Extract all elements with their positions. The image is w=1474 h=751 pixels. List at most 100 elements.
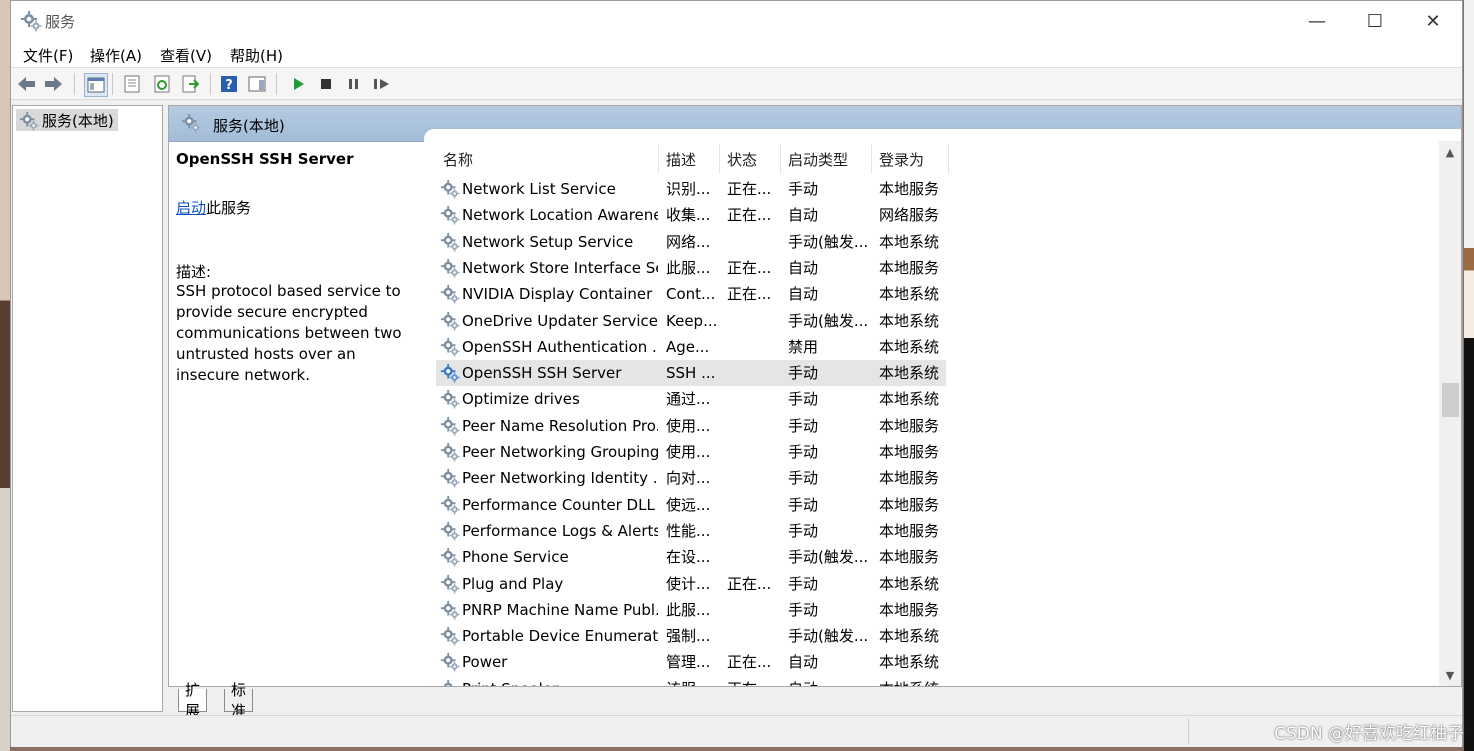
- cell-status: [727, 413, 777, 439]
- menu-file[interactable]: 文件(F): [23, 45, 73, 66]
- pane-header-title: 服务(本地): [213, 117, 285, 135]
- menu-help[interactable]: 帮助(H): [230, 45, 283, 66]
- table-row[interactable]: Portable Device Enumerat... 强制... 手动(触发...…: [436, 623, 946, 649]
- back-icon[interactable]: [15, 73, 37, 95]
- table-row[interactable]: Optimize drives 通过... 手动 本地系统: [436, 386, 946, 412]
- cell-name: Phone Service: [462, 548, 569, 567]
- cell-status: [727, 597, 777, 623]
- minimize-button[interactable]: —: [1288, 1, 1346, 41]
- column-header-name[interactable]: ^ 名称: [436, 144, 659, 174]
- scrollbar-thumb[interactable]: [1442, 383, 1459, 417]
- show-action-pane-icon[interactable]: [246, 73, 268, 95]
- table-row[interactable]: OneDrive Updater Service Keep... 手动(触发... 本…: [436, 308, 946, 334]
- menu-action[interactable]: 操作(A): [90, 45, 142, 66]
- menu-view[interactable]: 查看(V): [160, 45, 212, 66]
- toolbar: ?: [11, 68, 1462, 100]
- start-service-line: 启动此服务: [176, 197, 251, 218]
- service-gear-icon: [440, 442, 460, 466]
- show-console-tree-icon[interactable]: [84, 73, 108, 97]
- service-gear-icon: [440, 284, 460, 308]
- cell-startup-type: 手动(触发...: [788, 548, 868, 567]
- background-right: [1464, 0, 1474, 751]
- service-gear-icon: [440, 652, 460, 676]
- table-row[interactable]: Network Location Awarene... 收集... 正在... 自动 网…: [436, 202, 946, 228]
- forward-icon[interactable]: [43, 73, 65, 95]
- cell-startup-type: 手动: [788, 390, 819, 409]
- tree-item-label: 服务(本地): [42, 111, 114, 130]
- table-row[interactable]: Phone Service 在设... 手动(触发... 本地服务: [436, 544, 946, 570]
- cell-name: OpenSSH Authentication ...: [462, 337, 658, 356]
- column-header-description[interactable]: 描述: [659, 144, 720, 174]
- cell-log-on-as: 本地系统: [879, 311, 940, 330]
- restart-service-icon[interactable]: [371, 73, 393, 95]
- table-row[interactable]: Peer Networking Grouping 使用... 手动 本地服务: [436, 439, 946, 465]
- service-gear-icon: [440, 574, 460, 598]
- start-service-icon[interactable]: [287, 73, 309, 95]
- table-row[interactable]: OpenSSH SSH Server SSH ... 手动 本地系统: [436, 360, 946, 387]
- maximize-button[interactable]: ☐: [1346, 1, 1404, 41]
- refresh-icon[interactable]: [151, 73, 173, 95]
- cell-description: 使用...: [666, 416, 711, 435]
- table-row[interactable]: Network List Service 识别... 正在... 手动 本地服务: [436, 176, 946, 202]
- tab-extended[interactable]: 扩展: [178, 681, 208, 720]
- cell-log-on-as: 本地服务: [879, 180, 940, 198]
- column-header-label: 状态: [727, 150, 758, 169]
- cell-log-on-as: 本地系统: [879, 574, 940, 593]
- service-gear-icon: [440, 311, 460, 335]
- status-bar: [11, 715, 1462, 747]
- table-row[interactable]: Plug and Play 使计... 正在... 手动 本地系统: [436, 571, 946, 597]
- start-service-link[interactable]: 启动: [176, 199, 206, 217]
- cell-description: 使远...: [666, 495, 711, 514]
- column-header-startup-type[interactable]: 启动类型: [781, 144, 872, 174]
- cell-status: [727, 544, 777, 570]
- table-row[interactable]: Power 管理... 正在... 自动 本地系统: [436, 649, 946, 675]
- cell-log-on-as: 本地服务: [879, 495, 940, 514]
- pause-service-icon[interactable]: [343, 73, 365, 95]
- table-row[interactable]: Peer Name Resolution Pro... 使用... 手动 本地服务: [436, 413, 946, 439]
- table-row[interactable]: Performance Logs & Alerts 性能... 手动 本地服务: [436, 518, 946, 544]
- cell-name: Performance Logs & Alerts: [462, 521, 658, 540]
- cell-description: 识别...: [666, 180, 711, 198]
- table-row[interactable]: PNRP Machine Name Publ... 此服... 手动 本地服务: [436, 597, 946, 623]
- cell-log-on-as: 本地服务: [879, 469, 940, 488]
- close-button[interactable]: ✕: [1404, 1, 1462, 41]
- service-gear-icon: [440, 521, 460, 545]
- cell-log-on-as: 本地系统: [879, 285, 940, 304]
- cell-name: Network Location Awarene...: [462, 206, 658, 225]
- table-row[interactable]: NVIDIA Display Container LS Cont... 正在... 自…: [436, 281, 946, 307]
- tab-standard[interactable]: 标准: [224, 681, 254, 720]
- services-gear-icon: [19, 111, 39, 135]
- svg-text:?: ?: [225, 78, 233, 93]
- export-list-icon[interactable]: [179, 73, 201, 95]
- help-icon[interactable]: ?: [218, 73, 240, 95]
- cell-description: 使计...: [666, 574, 711, 593]
- cell-description: 强制...: [666, 627, 711, 646]
- service-gear-icon: [440, 258, 460, 282]
- vertical-scrollbar[interactable]: ▲ ▼: [1439, 141, 1461, 686]
- cell-status: [727, 518, 777, 544]
- cell-log-on-as: 本地服务: [879, 521, 940, 540]
- column-header-status[interactable]: 状态: [720, 144, 781, 174]
- stop-service-icon[interactable]: [315, 73, 337, 95]
- cell-startup-type: 手动: [788, 416, 819, 435]
- table-row[interactable]: OpenSSH Authentication ... Age... 禁用 本地系统: [436, 334, 946, 360]
- scroll-down-icon[interactable]: ▼: [1439, 664, 1461, 686]
- cell-description: 使用...: [666, 443, 711, 461]
- column-header-log-on-as[interactable]: 登录为: [872, 144, 949, 174]
- scroll-up-icon[interactable]: ▲: [1439, 141, 1461, 163]
- cell-log-on-as: 本地系统: [879, 676, 945, 686]
- sort-ascending-icon: ^: [544, 144, 552, 151]
- table-row[interactable]: Network Store Interface Se... 此服... 正在... 自…: [436, 255, 946, 281]
- table-row[interactable]: Performance Counter DLL ... 使远... 手动 本地服务: [436, 492, 946, 518]
- table-row[interactable]: Peer Networking Identity ... 向对... 手动 本地服务: [436, 465, 946, 491]
- service-gear-icon: [440, 363, 460, 387]
- watermark: CSDN @好喜欢吃红柚子: [1274, 724, 1464, 744]
- cell-description: 性能...: [666, 521, 711, 540]
- description-label: 描述:: [176, 263, 212, 281]
- cell-name: Network Store Interface Se...: [462, 258, 658, 277]
- table-row[interactable]: Network Setup Service 网络... 手动(触发... 本地系统: [436, 229, 946, 255]
- table-row[interactable]: Print Spooler 该服... 正在... 自动 本地系统: [436, 676, 946, 686]
- properties-icon[interactable]: [121, 73, 143, 95]
- selected-service-name: OpenSSH SSH Server: [176, 150, 354, 168]
- tree-item-services-local[interactable]: 服务(本地): [16, 109, 118, 131]
